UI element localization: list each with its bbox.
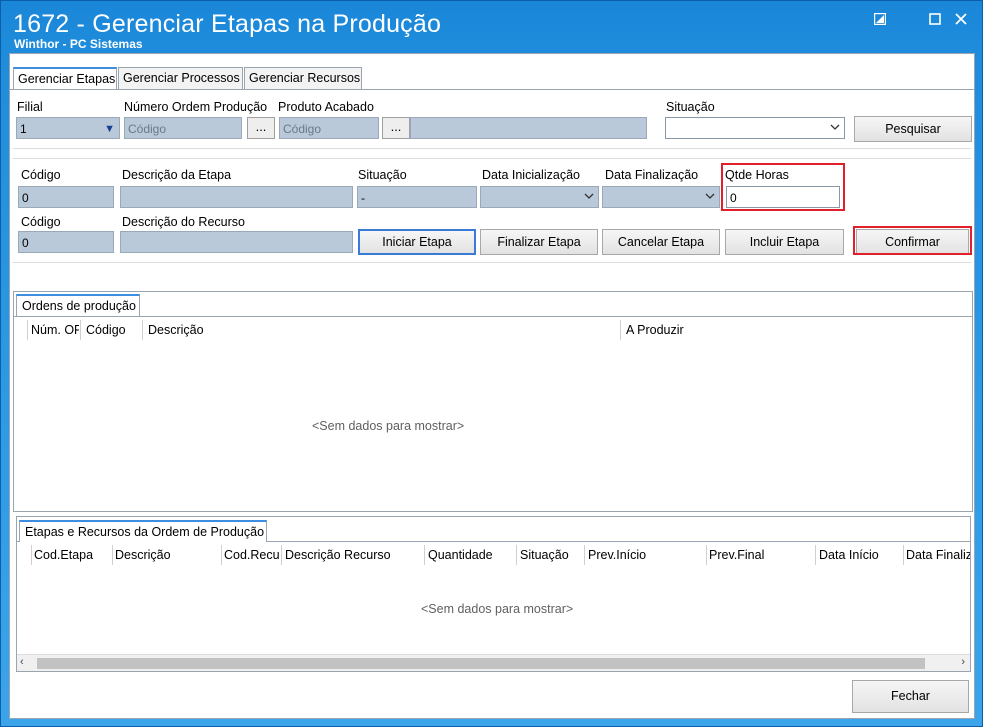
- close-icon[interactable]: [952, 11, 970, 29]
- col-divider: [281, 545, 282, 565]
- col-descricao[interactable]: Descrição: [115, 548, 221, 562]
- col-divider: [706, 545, 707, 565]
- ordens-empty-message: <Sem dados para mostrar>: [312, 419, 465, 433]
- etapa-situacao-label: Situação: [358, 168, 407, 182]
- confirmar-highlight: [853, 226, 972, 255]
- scrollbar-thumb[interactable]: [37, 658, 925, 669]
- qtde-horas-highlight: [721, 163, 845, 211]
- tab-etapas-recursos[interactable]: Etapas e Recursos da Ordem de Produção: [19, 520, 267, 542]
- produto-lookup-button[interactable]: ...: [382, 117, 410, 139]
- col-divider: [620, 320, 621, 340]
- finalizar-etapa-button[interactable]: Finalizar Etapa: [480, 229, 598, 255]
- col-num-op[interactable]: Núm. OP: [31, 323, 79, 337]
- col-divider: [27, 320, 28, 340]
- ordem-lookup-button[interactable]: ...: [247, 117, 275, 139]
- chevron-left-icon[interactable]: ‹: [20, 656, 24, 668]
- window-title: 1672 - Gerenciar Etapas na Produção: [13, 10, 442, 38]
- recurso-descricao-label: Descrição do Recurso: [122, 215, 245, 229]
- window-subtitle: Winthor - PC Sistemas: [14, 37, 143, 51]
- tab-ordens-producao[interactable]: Ordens de produção: [16, 294, 140, 316]
- tab-gerenciar-recursos[interactable]: Gerenciar Recursos: [244, 67, 362, 89]
- data-inicializacao-label: Data Inicialização: [482, 168, 580, 182]
- col-divider: [516, 545, 517, 565]
- recurso-codigo-field[interactable]: 0: [18, 231, 114, 253]
- col-divider: [815, 545, 816, 565]
- tab-gerenciar-etapas[interactable]: Gerenciar Etapas: [13, 67, 117, 90]
- data-finalizacao-label: Data Finalização: [605, 168, 699, 182]
- recurso-codigo-label: Código: [21, 215, 61, 229]
- col-cod-etapa[interactable]: Cod.Etapa: [34, 548, 112, 562]
- tab-gerenciar-processos[interactable]: Gerenciar Processos: [118, 67, 243, 89]
- col-divider: [112, 545, 113, 565]
- col-quantidade[interactable]: Quantidade: [428, 548, 516, 562]
- etapa-codigo-field[interactable]: 0: [18, 186, 114, 208]
- etapa-descricao-label: Descrição da Etapa: [122, 168, 232, 182]
- app-window: 1672 - Gerenciar Etapas na Produção Wint…: [0, 0, 983, 727]
- incluir-etapa-button[interactable]: Incluir Etapa: [725, 229, 844, 255]
- data-finalizacao-picker[interactable]: [602, 186, 720, 208]
- col-divider: [221, 545, 222, 565]
- chevron-down-icon: ▼: [104, 123, 115, 135]
- col-divider: [31, 545, 32, 565]
- col-a-produzir[interactable]: A Produzir: [626, 323, 746, 337]
- ordem-input[interactable]: Código: [124, 117, 242, 139]
- col-data-finalizacao[interactable]: Data Finalização: [906, 548, 970, 562]
- chevron-right-icon[interactable]: ›: [961, 656, 965, 668]
- col-codigo[interactable]: Código: [86, 323, 142, 337]
- col-divider: [80, 320, 81, 340]
- etapa-descricao-field[interactable]: [120, 186, 353, 208]
- col-cod-recurso[interactable]: Cod.Recurso: [224, 548, 280, 562]
- col-divider: [903, 545, 904, 565]
- pesquisar-button[interactable]: Pesquisar: [854, 116, 972, 142]
- etapa-codigo-label: Código: [21, 168, 61, 182]
- filial-value: 1: [20, 122, 27, 136]
- fechar-button[interactable]: Fechar: [852, 680, 969, 713]
- cancelar-etapa-button[interactable]: Cancelar Etapa: [602, 229, 720, 255]
- horizontal-scrollbar[interactable]: ‹ ›: [17, 654, 970, 671]
- maximize-icon[interactable]: [926, 11, 944, 29]
- iniciar-etapa-button[interactable]: Iniciar Etapa: [358, 229, 476, 255]
- situacao-filter-label: Situação: [666, 100, 715, 114]
- col-prev-inicio[interactable]: Prev.Início: [588, 548, 706, 562]
- col-descricao[interactable]: Descrição: [148, 323, 618, 337]
- col-data-inicio[interactable]: Data Início: [819, 548, 903, 562]
- chevron-down-icon: [705, 192, 715, 203]
- chevron-down-icon: [584, 192, 594, 203]
- title-bar: 1672 - Gerenciar Etapas na Produção Wint…: [1, 1, 982, 53]
- situacao-filter-combo[interactable]: [665, 117, 845, 139]
- separator: [13, 262, 971, 263]
- client-area: Gerenciar Etapas Gerenciar Processos Ger…: [9, 53, 975, 719]
- separator: [13, 158, 971, 159]
- etapas-recursos-panel: Etapas e Recursos da Ordem de Produção C…: [16, 516, 971, 672]
- filial-combo[interactable]: 1 ▼: [16, 117, 120, 139]
- recurso-descricao-field[interactable]: [120, 231, 353, 253]
- ordens-producao-panel: Ordens de produção Núm. OP Código Descri…: [13, 291, 973, 512]
- col-divider: [142, 320, 143, 340]
- produto-descricao-field: [410, 117, 647, 139]
- tab-divider: [10, 89, 974, 90]
- col-descricao-recurso[interactable]: Descrição Recurso: [285, 548, 423, 562]
- chevron-down-icon: [830, 123, 840, 134]
- restore-icon[interactable]: [871, 11, 889, 29]
- col-situacao[interactable]: Situação: [520, 548, 584, 562]
- panel-divider: [14, 316, 972, 317]
- produto-input[interactable]: Código: [279, 117, 379, 139]
- col-divider: [584, 545, 585, 565]
- separator: [13, 148, 971, 149]
- etapa-situacao-field: -: [357, 186, 477, 208]
- produto-label: Produto Acabado: [278, 100, 374, 114]
- ordem-label: Número Ordem Produção: [124, 100, 268, 114]
- col-divider: [424, 545, 425, 565]
- data-inicializacao-picker[interactable]: [480, 186, 599, 208]
- etapas-empty-message: <Sem dados para mostrar>: [421, 602, 574, 616]
- col-prev-final[interactable]: Prev.Final: [709, 548, 815, 562]
- filial-label: Filial: [17, 100, 43, 114]
